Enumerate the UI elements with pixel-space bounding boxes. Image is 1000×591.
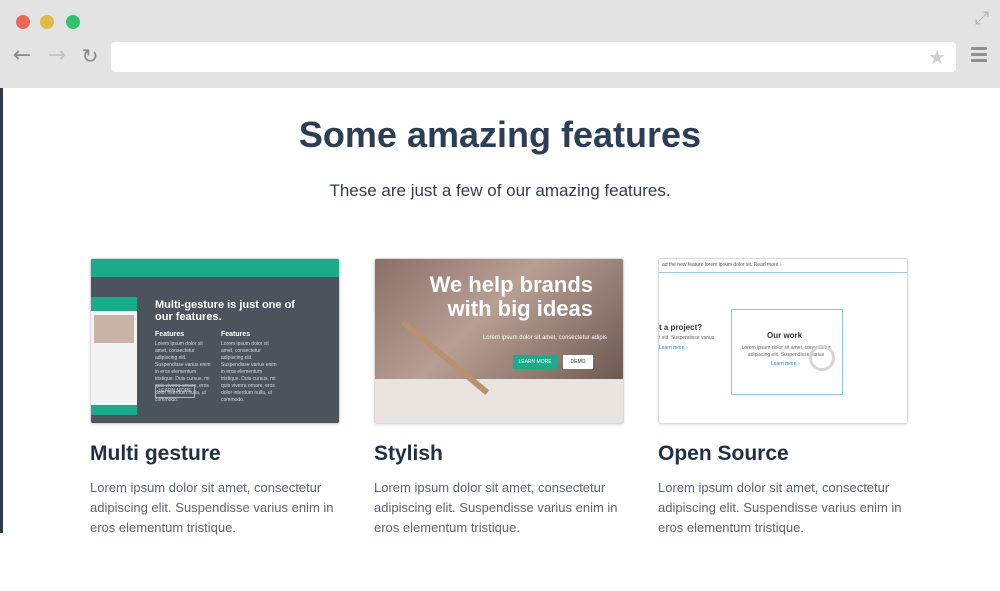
thumbnail-left-text: t elit. Suspendisse varius	[659, 335, 715, 341]
page-subtitle: These are just a few of our amazing feat…	[329, 181, 671, 200]
feature-card-multi-gesture: Multi-gesture is just one of our feature…	[90, 258, 340, 538]
thumbnail-column-heading: Features	[155, 331, 185, 338]
feature-title: Open Source	[658, 442, 789, 465]
expand-icon[interactable]: ⤢	[972, 8, 992, 28]
maximize-window-button[interactable]	[66, 15, 80, 29]
feature-description: Lorem ipsum dolor sit amet, consectetur …	[658, 480, 902, 535]
feature-thumbnail: Multi-gesture is just one of our feature…	[90, 258, 340, 424]
thumbnail-column-heading: Features	[221, 331, 251, 338]
browser-chrome: ⤢ ← → ↻ ★	[0, 0, 1000, 88]
tablet-mockup	[91, 297, 137, 415]
magnifier-icon	[809, 345, 835, 371]
paper-image	[375, 379, 623, 423]
feature-thumbnail: We help brands with big ideas Lorem ipsu…	[374, 258, 624, 424]
forward-arrow-icon[interactable]: →	[45, 44, 69, 68]
thumbnail-heading: Our work	[767, 331, 803, 340]
minimize-window-button[interactable]	[40, 15, 54, 29]
close-window-button[interactable]	[16, 15, 30, 29]
feature-title: Multi gesture	[90, 442, 221, 465]
thumbnail-column-text: Lorem ipsum dolor sit amet, consectetur …	[221, 341, 277, 403]
thumbnail-left-link: Learn more ›	[659, 345, 688, 351]
thumbnail-learn-more-button: LEARN MORE	[513, 355, 557, 369]
thumbnail-learn-more-button: LEARN MORE	[155, 385, 195, 398]
thumbnail-heading: Multi-gesture is just one of our feature…	[155, 299, 295, 323]
thumbnail-heading: We help brands with big ideas	[429, 272, 593, 321]
page-content: Some amazing features These are just a f…	[0, 88, 1000, 591]
thumbnail-left-heading: t a project?	[659, 323, 703, 332]
thumbnail-top-notice: ad the new feature lorem ipsum dolor sit…	[659, 259, 907, 273]
reload-icon[interactable]: ↻	[78, 44, 102, 68]
feature-thumbnail: ad the new feature lorem ipsum dolor sit…	[658, 258, 908, 424]
thumbnail-demo-button: DEMO	[563, 355, 593, 369]
feature-card-open-source: ad the new feature lorem ipsum dolor sit…	[658, 258, 908, 538]
address-bar[interactable]: ★	[111, 42, 956, 72]
star-icon[interactable]: ★	[928, 45, 946, 70]
thumbnail-link: Learn more ›	[771, 361, 800, 367]
page-title: Some amazing features	[298, 114, 702, 155]
hamburger-menu-icon[interactable]	[971, 47, 987, 65]
thumbnail-subtext: Lorem ipsum dolor sit amet, consectetur …	[482, 335, 607, 341]
feature-title: Stylish	[374, 442, 443, 465]
feature-description: Lorem ipsum dolor sit amet, consectetur …	[374, 480, 618, 535]
feature-description: Lorem ipsum dolor sit amet, consectetur …	[90, 480, 334, 535]
feature-card-stylish: We help brands with big ideas Lorem ipsu…	[374, 258, 624, 538]
back-arrow-icon[interactable]: ←	[10, 44, 34, 68]
